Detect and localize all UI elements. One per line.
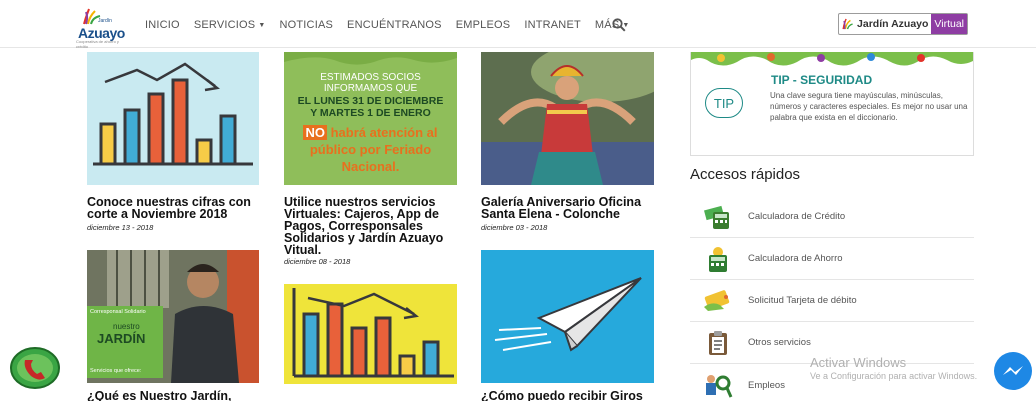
news-date: diciembre 13 - 2018 xyxy=(87,223,154,232)
tip-security-box: TIP - SEGURIDAD TIP Una clave segura tie… xyxy=(690,52,974,156)
corresponsal-sign: Corresponsal Solidario nuestro JARDÍN Se… xyxy=(87,306,163,378)
poster-line: NO habrá atención al xyxy=(284,125,457,140)
poster-line: público por Feriado xyxy=(309,142,432,157)
tip-badge: TIP xyxy=(705,88,743,118)
bar-chart-illustration xyxy=(93,62,253,166)
sign-text: nuestro xyxy=(113,322,140,331)
quick-access-label: Calculadora de Ahorro xyxy=(748,253,843,264)
tip-title: TIP - SEGURIDAD xyxy=(771,73,873,87)
decorative-pattern xyxy=(691,52,973,72)
debit-card-icon xyxy=(698,286,738,316)
sign-text: JARDÍN xyxy=(97,331,146,346)
poster-no-badge: NO xyxy=(303,125,327,140)
news-title[interactable]: Conoce nuestras cifras con corte a Novie… xyxy=(87,196,262,221)
news-image-cifras[interactable] xyxy=(87,52,259,185)
quick-access-label: Otros servicios xyxy=(748,337,811,348)
news-date: diciembre 08 - 2018 xyxy=(284,257,351,266)
news-title[interactable]: Galería Aniversario Oficina Santa Elena … xyxy=(481,196,657,221)
news-image-feriado[interactable]: ESTIMADOS SOCIOS INFORMAMOS QUE EL LUNES… xyxy=(284,52,457,185)
sign-text: Servicios que ofrece: xyxy=(90,368,142,374)
quick-access-label: Empleos xyxy=(748,379,785,391)
sign-text: Corresponsal Solidario xyxy=(90,309,146,315)
news-image-giros[interactable] xyxy=(481,250,654,383)
news-date: diciembre 03 - 2018 xyxy=(481,223,548,232)
nav-inicio[interactable]: INICIO xyxy=(145,19,180,31)
paper-plane-illustration xyxy=(494,277,642,352)
poster-line: Y MARTES 1 DE ENERO xyxy=(310,107,431,119)
nav-encuentranos[interactable]: ENCUÉNTRANOS xyxy=(347,19,442,31)
quick-access-label: Solicitud Tarjeta de débito xyxy=(748,295,857,306)
news-image-galeria[interactable] xyxy=(481,52,654,185)
clipboard-icon xyxy=(698,328,738,358)
site-logo[interactable]: Jardín Azuayo Cooperativa de ahorro y cr… xyxy=(74,8,126,49)
quick-access-item[interactable]: Calculadora de Crédito xyxy=(690,196,974,238)
poster-line: Nacional. xyxy=(341,159,400,174)
search-icon[interactable] xyxy=(612,18,626,32)
virtual-banking-button[interactable]: Jardín Azuayo Virtual xyxy=(838,13,968,35)
nav-noticias[interactable]: NOTICIAS xyxy=(279,19,333,31)
poster-line: ESTIMADOS SOCIOS xyxy=(320,72,421,83)
quick-access-item[interactable]: Calculadora de Ahorro xyxy=(690,238,974,280)
quick-access-item[interactable]: Solicitud Tarjeta de débito xyxy=(690,280,974,322)
poster-line: INFORMAMOS QUE xyxy=(323,83,418,94)
news-title[interactable]: ¿Qué es Nuestro Jardín, xyxy=(87,390,262,401)
watermark-subtitle: Ve a Configuración para activar Windows. xyxy=(810,371,978,381)
money-calculator-icon xyxy=(698,202,738,232)
quick-access-label: Calculadora de Crédito xyxy=(748,211,846,222)
nav-intranet[interactable]: INTRANET xyxy=(524,19,581,31)
top-navbar: Jardín Azuayo Cooperativa de ahorro y cr… xyxy=(0,0,1036,49)
windows-activation-watermark: Activar Windows Ve a Configuración para … xyxy=(810,355,977,381)
nav-empleos[interactable]: EMPLEOS xyxy=(456,19,511,31)
poster-line: EL LUNES 31 DE DICIEMBRE xyxy=(297,95,444,107)
logo-tagline: Cooperativa de ahorro y crédito xyxy=(76,39,119,49)
poster-decoration xyxy=(284,52,457,65)
job-search-icon xyxy=(698,370,738,400)
tip-body: Una clave segura tiene mayúsculas, minús… xyxy=(770,91,968,122)
bar-chart-illustration xyxy=(292,288,454,378)
messenger-chat-icon[interactable] xyxy=(992,350,1034,392)
news-title[interactable]: ¿Cómo puedo recibir Giros xyxy=(481,390,657,401)
flower-brand-icon xyxy=(842,18,853,30)
piggy-calculator-icon xyxy=(698,244,738,274)
logo-small-text: Jardín xyxy=(98,18,112,24)
news-title[interactable]: Utilice nuestros servicios Virtuales: Ca… xyxy=(284,196,459,257)
news-image-chart[interactable] xyxy=(284,284,457,384)
virtual-brand-label: Jardín Azuayo xyxy=(857,18,929,30)
nav-servicios-label: SERVICIOS xyxy=(193,19,256,31)
poster-line-text: habrá atención al xyxy=(330,125,438,140)
main-nav: INICIO SERVICIOS ▼ NOTICIAS ENCUÉNTRANOS … xyxy=(145,19,644,31)
phone-contact-icon[interactable] xyxy=(9,346,61,390)
watermark-title: Activar Windows xyxy=(810,355,907,370)
virtual-tag: Virtual xyxy=(931,14,967,34)
caret-down-icon: ▼ xyxy=(258,22,266,29)
dancer-photo xyxy=(481,52,654,185)
nav-servicios[interactable]: SERVICIOS ▼ xyxy=(194,19,266,31)
quick-access-title: Accesos rápidos xyxy=(690,166,801,183)
news-image-nuestro-jardin[interactable]: Corresponsal Solidario nuestro JARDÍN Se… xyxy=(87,250,259,383)
